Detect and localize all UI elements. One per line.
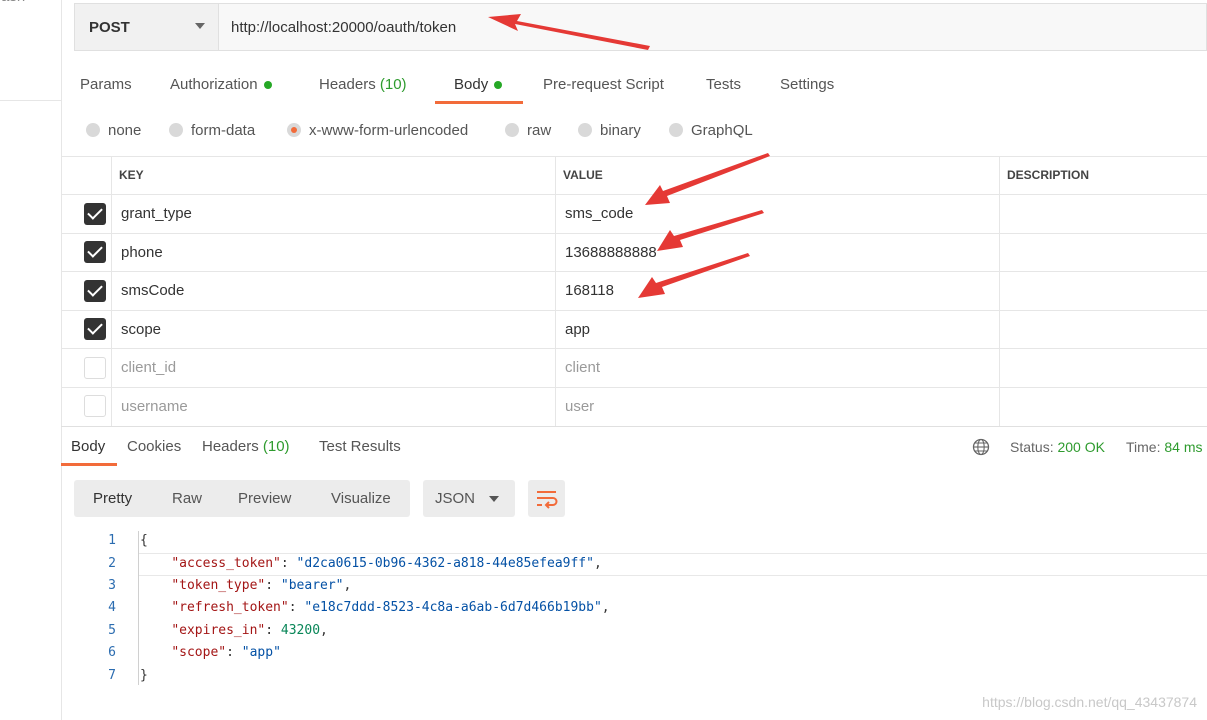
wrap-lines-icon [537,491,558,509]
row-checkbox[interactable] [84,203,106,225]
chevron-down-icon [195,23,205,29]
view-mode-group: Pretty Raw Preview Visualize [74,480,410,517]
tab-body[interactable]: Body [454,76,503,93]
view-visualize-button[interactable]: Visualize [331,490,391,507]
json-line[interactable]: "expires_in": 43200, [140,623,328,638]
column-header-value: VALUE [563,168,603,182]
radio-circle-icon [669,123,683,137]
view-preview-button[interactable]: Preview [238,490,291,507]
param-value[interactable]: 168118 [565,282,614,299]
row-checkbox[interactable] [84,357,106,379]
view-raw-button[interactable]: Raw [172,490,202,507]
tab-tests[interactable]: Tests [706,76,741,93]
line-number: 4 [108,600,116,615]
tab-authorization[interactable]: Authorization [170,76,272,93]
wrap-lines-button[interactable] [528,480,565,517]
radio-binary[interactable]: binary [578,122,641,139]
row-checkbox[interactable] [84,280,106,302]
globe-icon[interactable] [972,438,990,456]
sidebar-divider [0,100,61,101]
param-value[interactable]: client [565,359,600,376]
response-status: Status: 200 OK [1010,439,1105,455]
status-badge[interactable]: 200 OK [1057,439,1104,455]
time-badge[interactable]: 84 ms [1164,439,1202,455]
line-number: 5 [108,623,116,638]
chevron-down-icon [489,496,499,502]
radio-x-www-form-urlencoded[interactable]: x-www-form-urlencoded [287,122,468,139]
line-number: 6 [108,645,116,660]
column-header-description: DESCRIPTION [1007,168,1090,182]
radio-circle-icon [86,123,100,137]
status-dot-icon [494,81,503,90]
tab-params[interactable]: Params [80,76,132,93]
radio-circle-icon [505,123,519,137]
view-pretty-button[interactable]: Pretty [93,490,132,507]
url-value: http://localhost:20000/oauth/token [231,19,457,36]
param-value[interactable]: sms_code [565,205,633,222]
json-line[interactable]: "access_token": "d2ca0615-0b96-4362-a818… [140,556,601,571]
radio-circle-icon [169,123,183,137]
json-close-brace: } [140,668,148,683]
sidebar: rash [0,0,62,720]
param-key[interactable]: scope [121,321,161,338]
params-table: KEY VALUE DESCRIPTION grant_type sms_cod… [61,156,1207,426]
line-number: 1 [108,533,116,548]
param-key[interactable]: grant_type [121,205,192,222]
json-line[interactable]: "token_type": "bearer", [140,578,351,593]
param-value[interactable]: user [565,398,594,415]
json-line[interactable]: "refresh_token": "e18c7ddd-8523-4c8a-a6a… [140,600,609,615]
param-key[interactable]: client_id [121,359,176,376]
radio-form-data[interactable]: form-data [169,122,255,139]
active-tab-indicator [435,101,523,104]
method-value: POST [89,19,130,36]
tab-pre-request-script[interactable]: Pre-request Script [543,76,664,93]
radio-selected-icon [287,123,301,137]
tab-headers[interactable]: Headers (10) [319,76,407,93]
response-tab-cookies[interactable]: Cookies [127,438,181,455]
radio-graphql[interactable]: GraphQL [669,122,753,139]
sidebar-trash-label[interactable]: rash [0,0,25,5]
method-select[interactable]: POST [74,3,218,51]
param-key[interactable]: phone [121,244,163,261]
param-value[interactable]: app [565,321,590,338]
row-checkbox[interactable] [84,241,106,263]
json-line[interactable]: "scope": "app" [140,645,281,660]
row-checkbox[interactable] [84,318,106,340]
json-open-brace: { [140,533,148,548]
radio-raw[interactable]: raw [505,122,551,139]
response-tab-body[interactable]: Body [71,438,105,455]
param-key[interactable]: smsCode [121,282,184,299]
row-checkbox[interactable] [84,395,106,417]
column-header-key: KEY [119,168,144,182]
line-number: 3 [108,578,116,593]
watermark: https://blog.csdn.net/qq_43437874 [982,694,1197,710]
status-dot-icon [263,81,272,90]
response-divider [61,426,1207,427]
url-input[interactable]: http://localhost:20000/oauth/token [218,3,1207,51]
response-tab-test-results[interactable]: Test Results [319,438,401,455]
line-number: 7 [108,668,116,683]
param-key[interactable]: username [121,398,188,415]
param-value[interactable]: 13688888888 [565,244,657,261]
tab-settings[interactable]: Settings [780,76,834,93]
line-number: 2 [108,556,116,571]
format-select[interactable]: JSON [423,480,515,517]
radio-none[interactable]: none [86,122,141,139]
response-tab-headers[interactable]: Headers (10) [202,438,290,455]
response-time: Time: 84 ms [1126,439,1203,455]
format-value: JSON [435,490,476,507]
radio-circle-icon [578,123,592,137]
active-response-tab-indicator [61,463,117,466]
